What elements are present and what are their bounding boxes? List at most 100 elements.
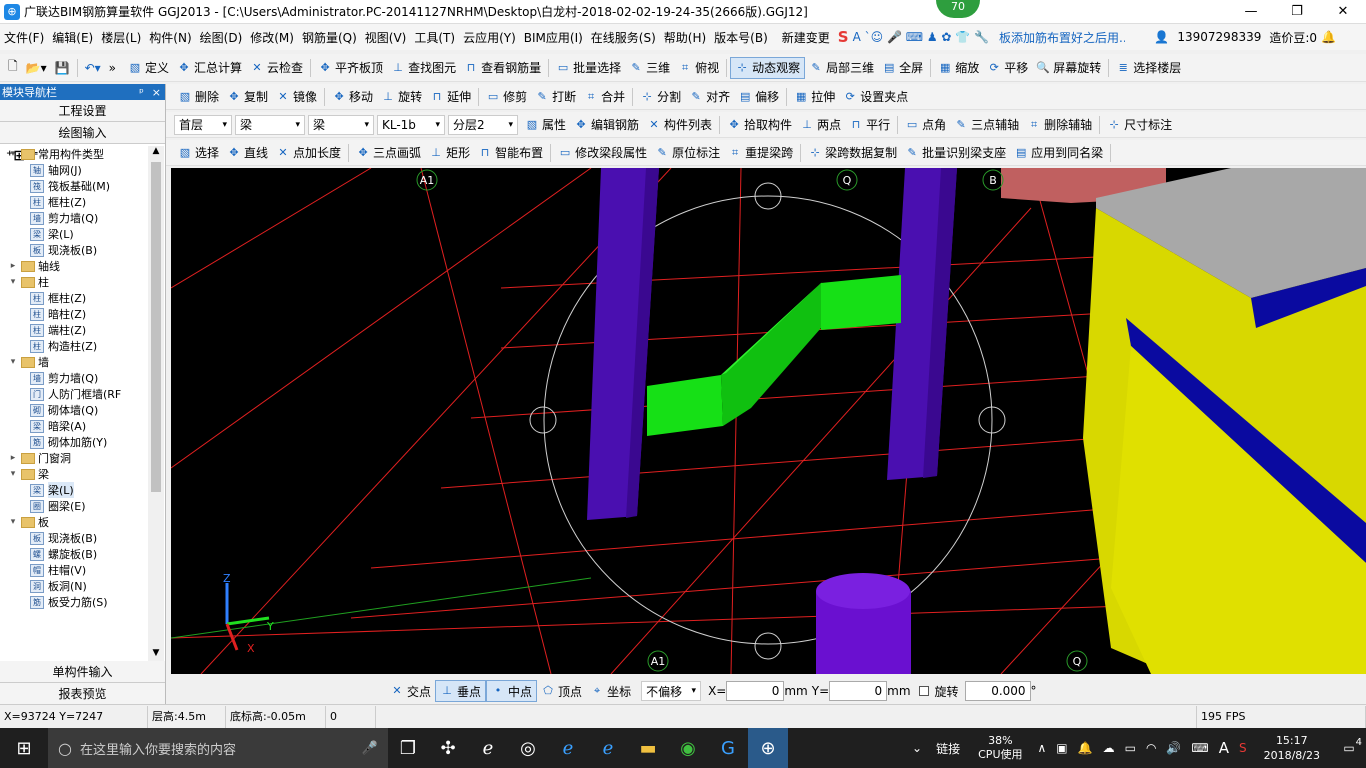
maximize-button[interactable]: ❐ — [1274, 0, 1320, 24]
tree-folder[interactable]: ▸ 门窗洞 — [0, 450, 148, 466]
open-file-icon[interactable]: 📂▾ — [22, 57, 51, 79]
tb2-button-8[interactable]: ⌗ 合并 — [580, 86, 629, 108]
input-language[interactable]: A — [1219, 739, 1229, 757]
menu-item[interactable]: 帮助(H) — [660, 29, 710, 46]
tb3-button-0[interactable]: ▧ 属性 — [521, 114, 570, 136]
menu-item[interactable]: 编辑(E) — [48, 29, 97, 46]
tree-folder[interactable]: ▾ 常用构件类型 — [0, 146, 148, 162]
tb1-button-5[interactable]: ⊓ 查看钢筋量 — [460, 57, 545, 79]
glodon-app-icon[interactable]: G — [708, 728, 748, 768]
news-link[interactable]: 新建变更 — [778, 29, 834, 46]
tb4-button-0[interactable]: ▧ 选择 — [174, 142, 223, 164]
coins-label[interactable]: 造价豆:0 — [1265, 29, 1321, 46]
tb2-button-4[interactable]: ⊥ 旋转 — [377, 86, 426, 108]
app-tray-icon[interactable]: ▣ — [1056, 741, 1067, 755]
tb3-button-5[interactable]: ⊓ 平行 — [845, 114, 894, 136]
tb2-button-6[interactable]: ▭ 修剪 — [482, 86, 531, 108]
snap-item-0[interactable]: ✕ 交点 — [386, 680, 435, 702]
snap-item-1[interactable]: ⊥ 垂点 — [435, 680, 487, 702]
bell-icon[interactable]: 🔔 — [1321, 30, 1336, 44]
tb3-button-3[interactable]: ✥ 拾取构件 — [723, 114, 796, 136]
tb2-button-5[interactable]: ⊓ 延伸 — [426, 86, 475, 108]
taskbar-search-box[interactable]: ○ 在这里输入你要搜索的内容 🎤 — [48, 728, 388, 768]
minimize-button[interactable]: — — [1228, 0, 1274, 24]
floor-select[interactable]: 首层 ▾ — [174, 114, 232, 135]
tree-item[interactable]: 筋砌体加筋(Y) — [0, 434, 148, 450]
tree-item[interactable]: 板现浇板(B) — [0, 530, 148, 546]
edge-icon[interactable]: ℯ — [468, 728, 508, 768]
tree-folder[interactable]: ▸ 轴线 — [0, 258, 148, 274]
tb1-button-14[interactable]: 🔍 屏幕旋转 — [1032, 57, 1105, 79]
tb4-button-4[interactable]: ⊥ 矩形 — [425, 142, 474, 164]
single-member-input-button[interactable]: 单构件输入 — [0, 661, 165, 683]
3d-scene[interactable]: A1 Q B A1 Q Z Y X — [171, 168, 1366, 674]
tb4-button-1[interactable]: ✥ 直线 — [223, 142, 272, 164]
tree-item[interactable]: 筋板受力筋(S) — [0, 594, 148, 610]
tb1-button-15[interactable]: ≣ 选择楼层 — [1112, 57, 1185, 79]
tb1-button-0[interactable]: ▧ 定义 — [124, 57, 173, 79]
beam-segment-3[interactable] — [821, 275, 901, 330]
drawing-input-button[interactable]: 绘图输入 — [0, 122, 165, 144]
task-view-icon[interactable]: ❐ — [388, 728, 428, 768]
menu-item[interactable]: 在线服务(S) — [587, 29, 660, 46]
cpu-widget[interactable]: 38% CPU使用 — [978, 734, 1022, 762]
rotate-input[interactable]: 0.000 — [964, 681, 1031, 701]
menu-item[interactable]: 文件(F) — [0, 29, 48, 46]
tb4-button-3[interactable]: ✥ 三点画弧 — [352, 142, 425, 164]
tb2-button-3[interactable]: ✥ 移动 — [328, 86, 377, 108]
tree-item[interactable]: 梁梁(L) — [0, 226, 148, 242]
tb3-button-2[interactable]: ✕ 构件列表 — [643, 114, 716, 136]
snap-item-4[interactable]: ⌖ 坐标 — [586, 680, 635, 702]
tb1-button-12[interactable]: ▦ 缩放 — [934, 57, 983, 79]
snap-item-3[interactable]: ⬠ 顶点 — [537, 680, 586, 702]
save-icon[interactable]: 💾 — [51, 57, 74, 79]
type-select[interactable]: 梁 ▾ — [308, 114, 374, 135]
battery-icon[interactable]: ▭ — [1125, 741, 1136, 755]
member-select[interactable]: KL-1b ▾ — [377, 114, 445, 135]
tb1-button-7[interactable]: ✎ 三维 — [625, 57, 674, 79]
layer-select[interactable]: 分层2 ▾ — [448, 114, 518, 135]
tb4-button-2[interactable]: ✕ 点加长度 — [272, 142, 345, 164]
green-app-icon[interactable]: ◉ — [668, 728, 708, 768]
tree-item[interactable]: 板现浇板(B) — [0, 242, 148, 258]
tree-expand-icon[interactable]: ▾ — [8, 357, 18, 367]
menu-item[interactable]: BIM应用(I) — [520, 29, 587, 46]
tb1-button-1[interactable]: ✥ 汇总计算 — [173, 57, 246, 79]
tree-folder[interactable]: ▾ 柱 — [0, 274, 148, 290]
tree-folder[interactable]: ▾ 墙 — [0, 354, 148, 370]
orbit-handle-bottom[interactable] — [754, 632, 782, 660]
tree-folder[interactable]: ▾ 板 — [0, 514, 148, 530]
snap-item-2[interactable]: • 中点 — [486, 680, 538, 702]
report-preview-button[interactable]: 报表预览 — [0, 683, 165, 705]
tb1-button-10[interactable]: ✎ 局部三维 — [805, 57, 878, 79]
microphone-icon[interactable]: 🎤 — [362, 741, 378, 756]
menu-item[interactable]: 楼层(L) — [97, 29, 145, 46]
tb1-button-6[interactable]: ▭ 批量选择 — [552, 57, 625, 79]
sogou-icon[interactable]: S — [838, 28, 849, 46]
windows-start-icon[interactable]: ⊞ — [0, 728, 48, 768]
menu-item[interactable]: 版本号(B) — [710, 29, 772, 46]
x-input[interactable]: 0 — [726, 681, 785, 701]
clock[interactable]: 15:17 2018/8/23 — [1264, 733, 1320, 763]
tree-item[interactable]: 帽柱帽(V) — [0, 562, 148, 578]
file-explorer-icon[interactable]: ▬ — [628, 728, 668, 768]
orbit-handle-left[interactable] — [529, 406, 557, 434]
onedrive-icon[interactable]: ☁ — [1103, 741, 1115, 755]
fan-app-icon[interactable]: ✣ — [428, 728, 468, 768]
tb4-button-6[interactable]: ▭ 修改梁段属性 — [554, 142, 651, 164]
tree-item[interactable]: 筏筏板基础(M) — [0, 178, 148, 194]
chevron-down-icon[interactable]: ⌄ — [912, 741, 922, 755]
undo-icon[interactable]: ↶▾ — [81, 57, 105, 79]
tb2-button-1[interactable]: ✥ 复制 — [223, 86, 272, 108]
tree-scrollbar[interactable]: ▲ ▼ — [148, 146, 164, 664]
tb4-button-8[interactable]: ⌗ 重提梁跨 — [724, 142, 797, 164]
tree-item[interactable]: 柱框柱(Z) — [0, 194, 148, 210]
tb2-button-7[interactable]: ✎ 打断 — [531, 86, 580, 108]
tree-expand-icon[interactable]: ▸ — [8, 453, 18, 463]
tree-item[interactable]: 梁梁(L) — [0, 482, 148, 498]
tb1-button-13[interactable]: ⟳ 平移 — [983, 57, 1032, 79]
tb4-button-7[interactable]: ✎ 原位标注 — [651, 142, 724, 164]
tb2-button-11[interactable]: ▤ 偏移 — [734, 86, 783, 108]
tb2-button-10[interactable]: ✎ 对齐 — [685, 86, 734, 108]
tree-item[interactable]: 梁暗梁(A) — [0, 418, 148, 434]
